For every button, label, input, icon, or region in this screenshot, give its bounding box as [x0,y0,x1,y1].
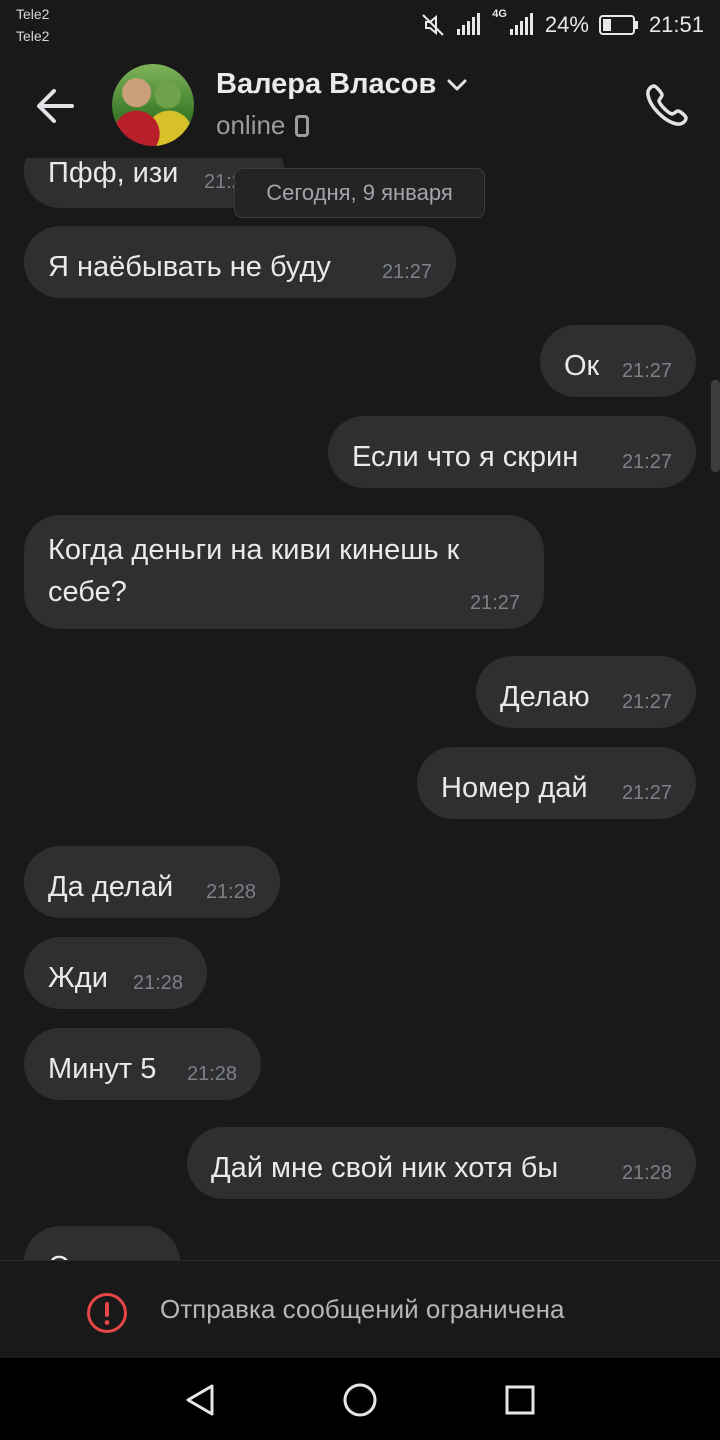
arrow-left-icon [37,89,74,123]
avatar[interactable] [112,64,194,146]
message-bubble[interactable]: Делаю 21:27 [476,656,696,728]
message-bubble[interactable]: Если что я скрин 21:27 [328,416,696,488]
chevron-down-icon [447,79,467,90]
input-restricted-bar: Отправка сообщений ограничена [0,1260,720,1359]
mute-icon [420,12,446,38]
battery-icon [598,15,639,35]
scrollbar[interactable] [711,380,720,472]
triangle-back-icon[interactable] [180,1380,220,1420]
carrier-2: Tele2 [16,28,50,44]
signal-icon [456,13,482,37]
status-bar: Tele2 Tele2 4G 24% 21:51 [0,0,720,54]
message-bubble[interactable]: Ок 21:27 [540,325,696,397]
restriction-notice: Отправка сообщений ограничена [160,1294,565,1324]
carrier-1: Tele2 [16,6,50,22]
system-nav-bar [0,1358,720,1440]
network-type: 4G [492,8,507,20]
message-bubble[interactable]: Да делай 21:28 [24,846,280,918]
clock: 21:51 [648,12,704,37]
contact-name-row[interactable]: Валера Власов [216,68,468,101]
message-bubble[interactable]: Когда деньги на киви кинешь к себе? 21:2… [24,515,544,629]
message-list[interactable]: Пфф, изи 21:27 Сегодня, 9 января Я наёбы… [0,158,720,1260]
contact-name: Валера Власов [216,68,437,100]
call-button[interactable] [640,78,696,134]
presence-row: online [216,110,310,141]
circle-home-icon[interactable] [340,1380,380,1420]
phone-icon [646,84,688,126]
exclamation-circle-icon [87,1293,127,1333]
message-bubble[interactable]: Жди 21:28 [24,937,207,1009]
square-recents-icon[interactable] [500,1380,540,1420]
presence-status: online [216,110,286,140]
back-button[interactable] [32,84,80,128]
message-bubble[interactable]: Дай мне свой ник хотя бы 21:28 [187,1127,696,1199]
message-bubble[interactable]: Ок [24,1226,180,1260]
battery-percent: 24% [544,12,589,37]
mobile-device-icon [295,114,310,137]
date-divider: Сегодня, 9 января [234,168,485,218]
signal-icon-2 [509,13,535,37]
message-bubble[interactable]: Минут 5 21:28 [24,1028,261,1100]
status-icons: 4G 24% 21:51 [420,8,704,42]
message-bubble[interactable]: Номер дай 21:27 [417,747,696,819]
message-bubble[interactable]: Я наёбывать не буду 21:27 [24,226,456,298]
chat-header: Валера Власов online [0,54,720,158]
